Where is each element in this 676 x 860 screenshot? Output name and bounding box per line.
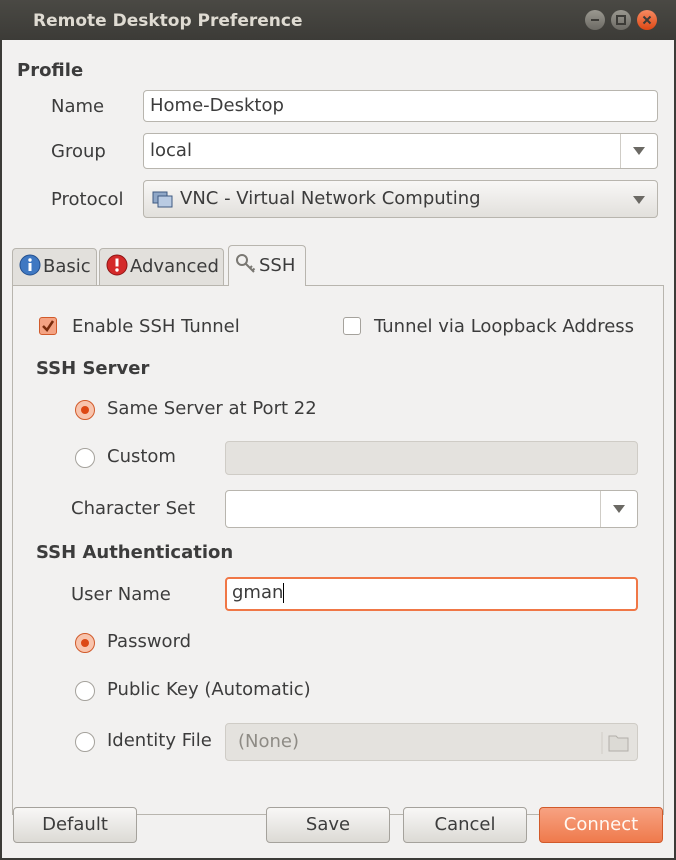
enable-ssh-tunnel-label: Enable SSH Tunnel	[72, 316, 240, 337]
group-dropdown-button[interactable]	[620, 134, 657, 168]
keys-icon	[236, 254, 256, 273]
custom-server-input[interactable]	[225, 441, 638, 475]
text-cursor	[283, 583, 285, 603]
tab-basic[interactable]: Basic	[12, 248, 97, 285]
loopback-label: Tunnel via Loopback Address	[374, 316, 635, 337]
identity-file-label: Identity File	[107, 730, 212, 751]
loopback-checkbox[interactable]	[343, 317, 361, 335]
identity-file-chooser[interactable]: (None)	[225, 723, 638, 761]
username-value: gman	[232, 582, 284, 603]
charset-dropdown-button[interactable]	[600, 491, 637, 527]
username-input[interactable]: gman	[225, 577, 638, 611]
tab-advanced-label: Advanced	[130, 256, 219, 277]
tab-advanced[interactable]: Advanced	[99, 248, 224, 285]
charset-combo[interactable]	[225, 490, 638, 528]
protocol-label: Protocol	[51, 189, 124, 210]
custom-server-label: Custom	[107, 446, 176, 467]
ssh-auth-heading: SSH Authentication	[36, 542, 234, 563]
connect-button[interactable]: Connect	[539, 807, 663, 843]
ssh-server-heading: SSH Server	[36, 358, 150, 379]
charset-label: Character Set	[71, 498, 196, 519]
same-server-label: Same Server at Port 22	[107, 398, 317, 419]
protocol-value: VNC - Virtual Network Computing	[180, 188, 481, 209]
group-label: Group	[51, 141, 106, 162]
tab-basic-label: Basic	[43, 256, 91, 277]
protocol-combo[interactable]: VNC - Virtual Network Computing	[143, 180, 658, 218]
cancel-button[interactable]: Cancel	[403, 807, 527, 843]
public-key-label: Public Key (Automatic)	[107, 679, 311, 700]
folder-icon	[601, 732, 629, 754]
group-value: local	[150, 140, 192, 161]
title-bar[interactable]: Remote Desktop Preference	[0, 0, 676, 40]
check-icon	[42, 320, 55, 332]
identity-file-radio[interactable]	[75, 732, 95, 752]
window-title: Remote Desktop Preference	[33, 11, 303, 31]
warning-icon	[106, 254, 128, 276]
close-button[interactable]	[637, 10, 657, 30]
enable-ssh-tunnel-checkbox[interactable]	[39, 317, 57, 335]
name-input[interactable]: Home-Desktop	[143, 90, 658, 122]
name-label: Name	[51, 96, 105, 117]
password-label: Password	[107, 631, 192, 652]
info-icon	[19, 254, 41, 276]
monitor-icon	[152, 191, 173, 208]
identity-file-value: (None)	[238, 731, 300, 752]
minimize-button[interactable]	[585, 10, 605, 30]
close-icon	[642, 15, 652, 25]
chevron-down-icon	[633, 196, 645, 204]
dialog-body: Profile Name Home-Desktop Group local Pr…	[2, 40, 674, 858]
group-combo-entry[interactable]: local	[143, 133, 658, 169]
chevron-down-icon	[633, 147, 645, 155]
password-radio[interactable]	[75, 633, 95, 653]
username-label: User Name	[71, 584, 171, 605]
profile-heading: Profile	[17, 60, 84, 81]
maximize-icon	[616, 15, 626, 25]
chevron-down-icon	[613, 505, 625, 513]
tab-ssh-label: SSH	[259, 255, 296, 276]
custom-server-radio[interactable]	[75, 448, 95, 468]
same-server-radio[interactable]	[75, 400, 95, 420]
maximize-button[interactable]	[611, 10, 631, 30]
save-button[interactable]: Save	[266, 807, 390, 843]
public-key-radio[interactable]	[75, 681, 95, 701]
tab-ssh[interactable]: SSH	[228, 245, 306, 286]
default-button[interactable]: Default	[13, 807, 137, 843]
minimize-icon	[591, 19, 599, 21]
